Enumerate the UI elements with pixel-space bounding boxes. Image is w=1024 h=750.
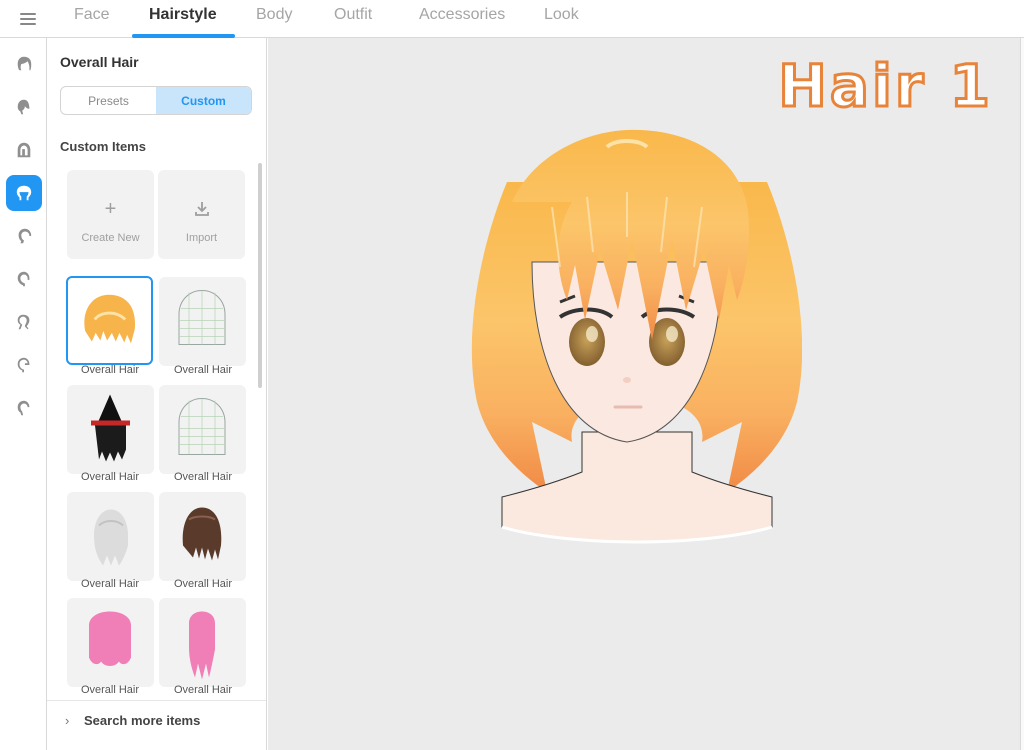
black-hat-hair-thumbnail: [91, 394, 130, 462]
avatar-model: [471, 129, 802, 544]
top-bar: Face Hairstyle Body Outfit Accessories L…: [0, 0, 1024, 38]
item-label: Overall Hair: [80, 471, 140, 483]
section-title: Custom Items: [60, 139, 146, 154]
presets-custom-toggle: Presets Custom: [60, 86, 252, 115]
base-hair-icon[interactable]: [6, 390, 42, 426]
panel-title: Overall Hair: [60, 54, 139, 70]
side-hair-icon[interactable]: [6, 175, 42, 211]
front-hair-icon[interactable]: [6, 89, 42, 125]
presets-tab[interactable]: Presets: [61, 87, 156, 114]
tab-body[interactable]: Body: [256, 6, 292, 24]
hair-item-card[interactable]: [67, 598, 154, 687]
plus-icon: +: [104, 198, 117, 220]
import-label: Import: [185, 232, 218, 244]
hair-item-card[interactable]: [159, 277, 246, 366]
import-button[interactable]: Import: [158, 170, 245, 259]
brown-hair-thumbnail: [182, 507, 222, 561]
pink-hair-thumbnail: [89, 611, 131, 666]
hamburger-menu-icon[interactable]: [14, 8, 42, 30]
tail-icon[interactable]: [6, 304, 42, 340]
back-hair-icon[interactable]: [6, 132, 42, 168]
tab-look[interactable]: Look: [544, 6, 579, 24]
chevron-right-icon: ›: [65, 713, 70, 728]
hair-extension-icon[interactable]: [6, 261, 42, 297]
create-new-label: Create New: [81, 232, 140, 244]
tab-face[interactable]: Face: [74, 6, 110, 24]
pink-long-hair-thumbnail: [189, 611, 215, 680]
hair-item-card[interactable]: [67, 492, 154, 581]
ahoge-icon[interactable]: [6, 218, 42, 254]
hair-title-overlay: Hair 1: [777, 51, 993, 122]
avatar-preview-viewport[interactable]: Hair 1: [268, 38, 1020, 750]
hair-item-card[interactable]: [159, 492, 246, 581]
wireframe-hair-thumbnail: [178, 289, 226, 345]
item-label: Overall Hair: [173, 471, 233, 483]
hair-category-rail: [0, 38, 47, 750]
search-more-items-button[interactable]: › Search more items: [47, 700, 266, 740]
item-label: Overall Hair: [80, 364, 140, 376]
tab-outfit[interactable]: Outfit: [334, 6, 372, 24]
item-label: Overall Hair: [173, 364, 233, 376]
hair-item-card[interactable]: [159, 385, 246, 474]
wireframe-hair-thumbnail: [178, 397, 226, 455]
white-braided-hair-thumbnail: [94, 509, 128, 566]
scrollbar[interactable]: [258, 163, 262, 388]
overall-hair-icon[interactable]: [6, 46, 42, 82]
tab-hairstyle[interactable]: Hairstyle: [149, 6, 217, 24]
hair-item-card[interactable]: [159, 598, 246, 687]
download-icon: [158, 198, 245, 224]
hair-item-card[interactable]: [66, 276, 153, 365]
item-label: Overall Hair: [173, 684, 233, 696]
hair-item-card[interactable]: [67, 385, 154, 474]
item-panel: Overall Hair Presets Custom Custom Items…: [47, 38, 267, 750]
tab-accessories[interactable]: Accessories: [419, 6, 505, 24]
hair-accessory-icon[interactable]: [6, 347, 42, 383]
viewport-edge: [1020, 38, 1024, 750]
create-new-button[interactable]: + Create New: [67, 170, 154, 259]
item-label: Overall Hair: [80, 684, 140, 696]
orange-hair-thumbnail: [84, 294, 136, 344]
search-more-label: Search more items: [84, 713, 201, 728]
item-label: Overall Hair: [173, 578, 233, 590]
item-label: Overall Hair: [80, 578, 140, 590]
custom-tab[interactable]: Custom: [156, 87, 251, 114]
